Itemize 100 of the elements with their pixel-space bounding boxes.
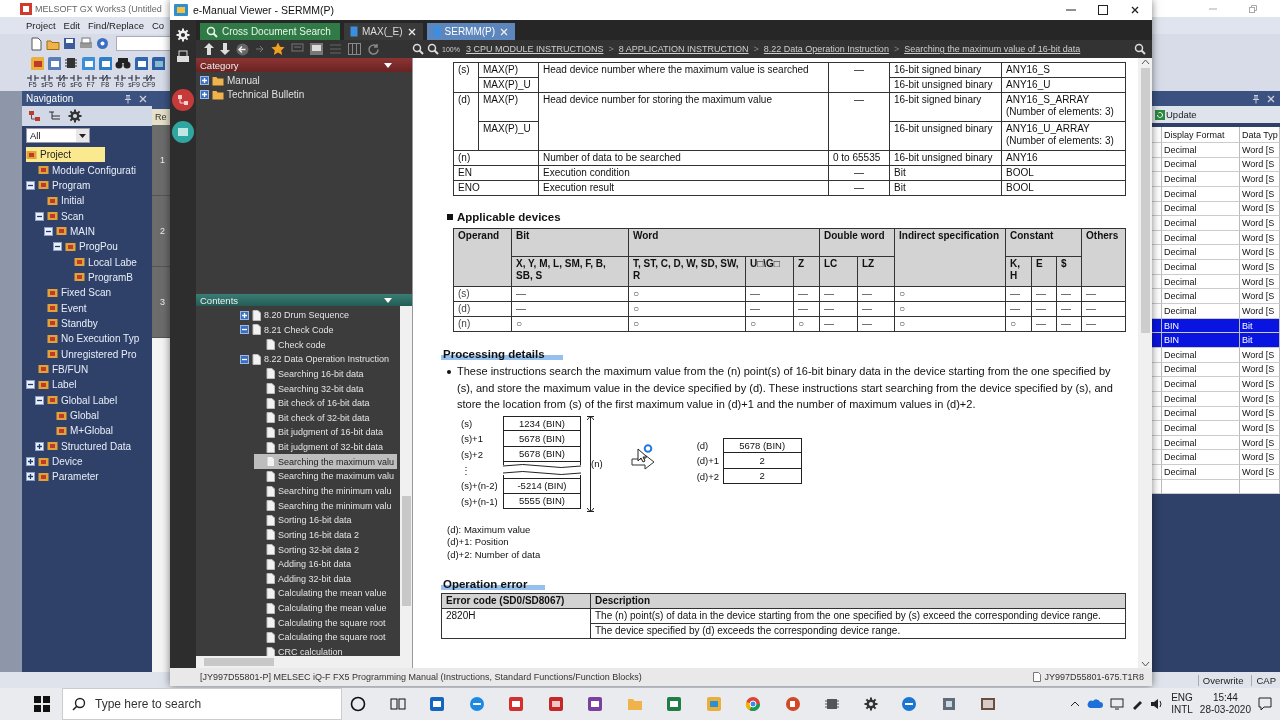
tree-item[interactable]: Local Labe: [62, 254, 141, 270]
tree-item[interactable]: Sorting 16-bit data: [254, 512, 355, 528]
row-label: (s)+(n-2): [461, 479, 499, 494]
row-label: (s)+(n-1): [461, 494, 499, 509]
clock[interactable]: 15:44 28-03-2020: [1199, 692, 1251, 716]
tree-item[interactable]: Structured Data: [35, 438, 136, 454]
tree-item[interactable]: Sorting 32-bit data 2: [254, 542, 363, 557]
table-cell: Number of data to be searched: [538, 150, 829, 166]
panel-title: Category: [200, 59, 239, 71]
tree-item[interactable]: M+Global: [44, 423, 118, 439]
tree-item[interactable]: Bit check of 32-bit data: [254, 410, 373, 426]
tree-item[interactable]: Standby: [35, 315, 102, 332]
tree-item[interactable]: No Execution Typ: [35, 331, 144, 347]
table-cell: (n): [453, 316, 512, 332]
table-cell: Word [S: [1240, 450, 1280, 466]
header-cell: Word: [628, 228, 820, 257]
table-cell: 0 to 65535: [828, 150, 890, 166]
table-cell: Decimal: [1162, 450, 1240, 466]
table-cell: —: [857, 286, 895, 302]
tree-item[interactable]: FB/FUN: [26, 361, 93, 378]
table-cell: 16-bit unsigned binary: [889, 150, 1002, 166]
breadcrumb-separator: >: [753, 44, 759, 54]
tree-item[interactable]: Searching 16-bit data: [254, 366, 367, 382]
breadcrumb-link[interactable]: 8 APPLICATION INSTRUCTION: [618, 44, 749, 54]
tree-item[interactable]: Calculating the mean value: [254, 586, 390, 601]
table-cell: Decimal: [1162, 172, 1240, 187]
menu-item[interactable]: Project: [26, 20, 56, 31]
line-number: 1: [152, 125, 170, 196]
table-cell: —: [828, 62, 890, 93]
menu-item[interactable]: Find/Replace: [87, 20, 144, 31]
tree-item[interactable]: Bit judgment of 32-bit data: [254, 439, 387, 455]
status-item: Overwrite: [1197, 674, 1248, 686]
tree-item[interactable]: Global: [44, 407, 103, 424]
table-cell: 16-bit signed binary: [889, 92, 1002, 122]
tree-item[interactable]: Adding 32-bit data: [254, 571, 355, 587]
tab[interactable]: MAX(_E): [344, 23, 423, 40]
tree-item[interactable]: Calculating the square root: [254, 630, 389, 645]
tree-item[interactable]: Project: [26, 147, 106, 163]
tree-item[interactable]: Label: [26, 377, 81, 393]
tree-item[interactable]: Event: [35, 300, 91, 316]
tree-item[interactable]: MAIN: [44, 223, 99, 240]
tree-item[interactable]: Check code: [254, 337, 329, 352]
tree-item[interactable]: Bit check of 16-bit data: [254, 395, 373, 411]
breadcrumb-link[interactable]: 8.22 Data Operation Instruction: [763, 44, 889, 54]
tree-item[interactable]: 8.21 Check Code: [240, 322, 337, 338]
menu-item[interactable]: Edit: [63, 20, 80, 31]
tree-item[interactable]: Calculating the mean value: [254, 600, 390, 616]
table-cell: Word [S: [1240, 347, 1280, 363]
search-field[interactable]: Type here to search: [62, 688, 342, 720]
filter-dropdown[interactable]: All: [26, 128, 90, 143]
tree-item[interactable]: Searching the minimum valu: [254, 498, 395, 513]
tree-item[interactable]: Calculating the square root: [254, 615, 389, 631]
header-cell: Bit: [511, 228, 629, 257]
table-cell: —: [857, 301, 895, 317]
tree-item[interactable]: Parameter: [26, 469, 103, 485]
tree-item[interactable]: ProgramB: [62, 269, 137, 286]
tree-item[interactable]: Searching the maximum valu: [254, 469, 398, 484]
column-header[interactable]: Data Typ: [1240, 127, 1280, 143]
breadcrumb-link[interactable]: 3 CPU MODULE INSTRUCTIONS: [465, 44, 604, 54]
table-cell: —: [1056, 286, 1082, 302]
tree-item[interactable]: Bit judgment of 16-bit data: [254, 425, 387, 440]
tree-item[interactable]: Unregistered Pro: [35, 346, 141, 362]
tree-item[interactable]: Adding 16-bit data: [254, 556, 355, 572]
header-cell: Indirect specification: [894, 228, 1006, 287]
tree-item[interactable]: Searching 32-bit data: [254, 381, 367, 396]
tree-item[interactable]: 8.22 Data Operation Instruction: [240, 351, 393, 367]
language-indicator[interactable]: ENG INTL: [1171, 692, 1193, 716]
tab[interactable]: Cross Document Search: [200, 23, 340, 40]
editor-tab[interactable]: Re: [152, 109, 170, 125]
line-number: 2: [152, 196, 170, 267]
table-cell: Bit: [889, 180, 1002, 196]
table-cell: Bit: [1240, 333, 1280, 348]
tree-item[interactable]: Technical Bulletin: [196, 87, 412, 101]
tree-item[interactable]: Scan: [35, 208, 88, 224]
tree-item[interactable]: Global Label: [35, 392, 122, 408]
tab[interactable]: SERMM(P): [426, 23, 516, 40]
tree-item[interactable]: Manual: [196, 74, 412, 88]
tree-item[interactable]: ProgPou: [53, 239, 122, 255]
paragraph: These instructions search the maximum value from the (n) point(s) of 16-bit binary data in the device starting from the one specified by (s), and store the maximum value in the device specified by (d). These instructions start searching from the device specified by (s), and store the location from (s) of the first maximum value in (d)+1 and the number of maximum values in (d)+2.: [457, 364, 1114, 412]
tree-item[interactable]: Device: [26, 453, 87, 470]
tree-item[interactable]: Program: [26, 177, 95, 194]
table-cell: EN: [453, 165, 539, 181]
tree-item[interactable]: Sorting 16-bit data 2: [254, 527, 363, 543]
table-cell: —: [1031, 301, 1057, 317]
menu-item[interactable]: Co: [151, 20, 165, 31]
table-cell: Decimal: [1162, 421, 1240, 436]
breadcrumb-link[interactable]: Searching the maximum value of 16-bit data: [904, 44, 1081, 54]
row-label: (s): [461, 416, 474, 431]
row-label: (d)+1: [696, 454, 721, 469]
table-cell: Decimal: [1162, 391, 1240, 407]
tree-item[interactable]: Fixed Scan: [35, 285, 116, 301]
tree-item[interactable]: Searching the maximum valu: [254, 454, 398, 470]
breadcrumb-separator: >: [608, 44, 614, 54]
tree-item[interactable]: Module Configurati: [26, 162, 140, 178]
tree-item[interactable]: 8.20 Drum Sequence: [240, 308, 353, 323]
table-cell: Decimal: [1162, 377, 1240, 392]
column-header[interactable]: Display Format: [1162, 127, 1240, 143]
tree-item[interactable]: Searching the minimum valu: [254, 483, 395, 499]
tree-item[interactable]: Initial: [35, 193, 89, 209]
table-cell: ○: [793, 316, 820, 332]
